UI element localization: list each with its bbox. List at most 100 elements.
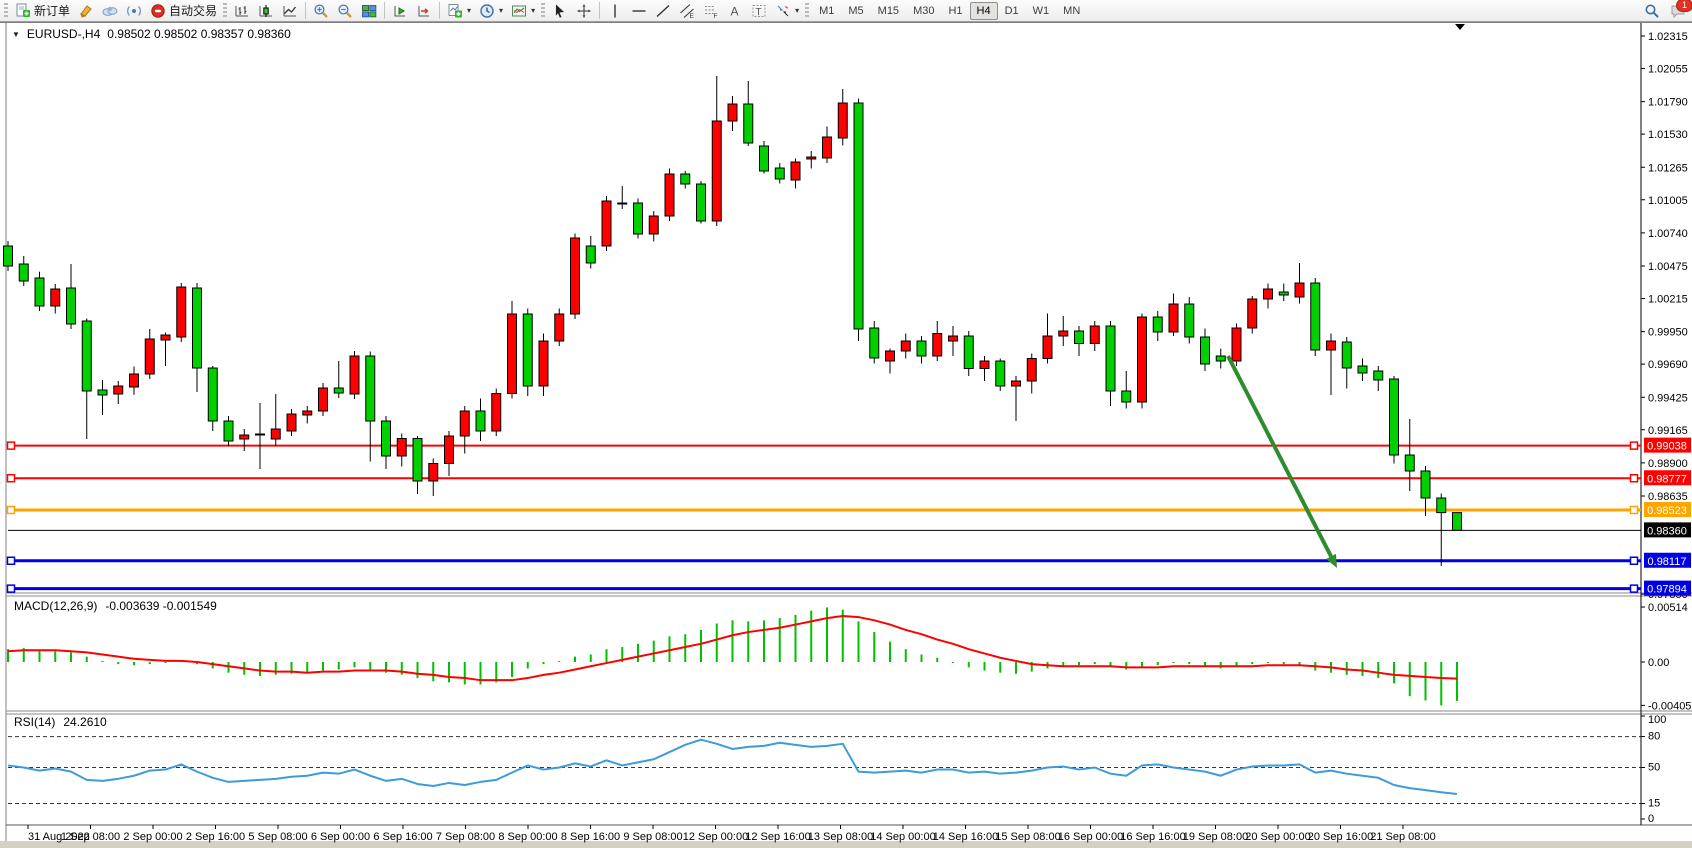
auto-scroll-button[interactable]: [388, 1, 412, 21]
macd-indicator-values: -0.003639 -0.001549: [105, 599, 216, 613]
time-axis-label: 20 Sep 16:00: [1308, 831, 1373, 843]
fibonacci-button[interactable]: F: [699, 1, 723, 21]
timeframe-m30-button[interactable]: M30: [906, 2, 941, 20]
toolbar-separator: [439, 2, 440, 19]
timeframe-w1-button[interactable]: W1: [1026, 2, 1057, 20]
notifications-button[interactable]: 1: [1670, 3, 1686, 19]
line-endpoint-marker[interactable]: [1631, 475, 1638, 482]
main-toolbar: 新订单 自动交易: [0, 0, 1692, 22]
toolbar-grip[interactable]: [541, 3, 545, 18]
line-endpoint-marker[interactable]: [8, 557, 15, 564]
toolbar-grip[interactable]: [805, 3, 809, 18]
candle-body: [539, 341, 548, 386]
line-endpoint-marker[interactable]: [1631, 507, 1638, 514]
autotrading-button[interactable]: 自动交易: [146, 1, 221, 21]
mt4-application: { "toolbar": { "new_order_label": "新订单",…: [0, 0, 1692, 848]
candle-body: [949, 336, 958, 341]
text-button[interactable]: A: [723, 1, 747, 21]
line-endpoint-marker[interactable]: [1631, 442, 1638, 449]
timeframe-m15-button[interactable]: M15: [871, 2, 906, 20]
candle-body: [1169, 304, 1178, 332]
trendline-button[interactable]: [651, 1, 675, 21]
macd-indicator-name: MACD(12,26,9): [14, 599, 97, 613]
candle-body: [224, 421, 233, 441]
candle-body: [1075, 331, 1084, 344]
chart-shift-marker[interactable]: [1455, 24, 1465, 30]
tile-windows-icon: [361, 3, 377, 19]
line-chart-button[interactable]: [278, 1, 302, 21]
timeframe-m1-button[interactable]: M1: [812, 2, 841, 20]
time-axis-label: 6 Sep 00:00: [311, 831, 370, 843]
time-axis-label: 5 Sep 08:00: [248, 831, 307, 843]
line-endpoint-marker[interactable]: [8, 442, 15, 449]
candle-body: [1405, 455, 1414, 471]
zoom-in-button[interactable]: [309, 1, 333, 21]
line-endpoint-marker[interactable]: [8, 585, 15, 592]
new-order-button[interactable]: 新订单: [11, 1, 74, 21]
horizontal-line-button[interactable]: [627, 1, 651, 21]
search-icon[interactable]: [1644, 3, 1660, 19]
candle-body: [1216, 356, 1225, 361]
zoom-out-button[interactable]: [333, 1, 357, 21]
toolbar-grip[interactable]: [4, 3, 8, 18]
line-endpoint-marker[interactable]: [8, 475, 15, 482]
template-icon: [511, 3, 527, 19]
signals-button[interactable]: [122, 1, 146, 21]
svg-text:1.01530: 1.01530: [1648, 129, 1688, 141]
svg-text:0.99950: 0.99950: [1648, 327, 1688, 339]
vertical-line-button[interactable]: [603, 1, 627, 21]
candle-body: [67, 288, 76, 324]
timeframe-mn-button[interactable]: MN: [1056, 2, 1087, 20]
candlestick-icon: [258, 3, 274, 19]
zoom-out-icon: [337, 3, 353, 19]
svg-text:0.98900: 0.98900: [1648, 458, 1688, 470]
crosshair-button[interactable]: [572, 1, 596, 21]
candle-body: [665, 174, 674, 216]
bar-chart-button[interactable]: [230, 1, 254, 21]
candle-body: [571, 238, 580, 314]
collapse-chart-icon[interactable]: ▼: [12, 30, 20, 39]
arrow-objects-icon: [775, 3, 791, 19]
channel-button[interactable]: E: [675, 1, 699, 21]
trend-arrow-annotation[interactable]: [1228, 356, 1337, 568]
candle-body: [4, 246, 13, 266]
candle-body: [445, 436, 454, 464]
publisher-button[interactable]: [98, 1, 122, 21]
candle-body: [1153, 317, 1162, 332]
rsi-indicator-name: RSI(14): [14, 715, 55, 729]
arrows-button[interactable]: ▾: [771, 1, 803, 21]
candle-body: [334, 388, 343, 393]
svg-text:0.97894: 0.97894: [1647, 584, 1687, 596]
periods-button[interactable]: ▾: [475, 1, 507, 21]
styler-button[interactable]: [74, 1, 98, 21]
line-endpoint-marker[interactable]: [1631, 585, 1638, 592]
tile-windows-button[interactable]: [357, 1, 381, 21]
candle-body: [130, 374, 139, 387]
toolbar-grip[interactable]: [223, 3, 227, 18]
auto-scroll-icon: [392, 3, 408, 19]
chisel-icon: [78, 3, 94, 19]
chart-canvas[interactable]: 1.023151.020551.017901.015301.012651.010…: [0, 0, 1692, 848]
candle-body: [1453, 513, 1462, 531]
candlestick-chart-button[interactable]: [254, 1, 278, 21]
candle-body: [996, 361, 1005, 386]
text-label-button[interactable]: T: [747, 1, 771, 21]
toolbar-right-group: 1: [1644, 3, 1686, 19]
timeframe-h4-button[interactable]: H4: [970, 2, 998, 20]
line-endpoint-marker[interactable]: [1631, 557, 1638, 564]
chart-shift-button[interactable]: [412, 1, 436, 21]
timeframe-m5-button[interactable]: M5: [841, 2, 870, 20]
candle-body: [807, 157, 816, 159]
candle-body: [854, 103, 863, 329]
templates-button[interactable]: ▾: [507, 1, 539, 21]
indicators-button[interactable]: ▾: [443, 1, 475, 21]
cursor-button[interactable]: [548, 1, 572, 21]
svg-text:E: E: [690, 13, 695, 19]
timeframe-h1-button[interactable]: H1: [941, 2, 969, 20]
candle-body: [744, 104, 753, 143]
line-endpoint-marker[interactable]: [8, 507, 15, 514]
candle-body: [1374, 371, 1383, 380]
timeframe-d1-button[interactable]: D1: [998, 2, 1026, 20]
candle-body: [980, 361, 989, 369]
time-axis[interactable]: 31 Aug 20221 Sep 08:002 Sep 00:002 Sep 1…: [28, 825, 1436, 843]
